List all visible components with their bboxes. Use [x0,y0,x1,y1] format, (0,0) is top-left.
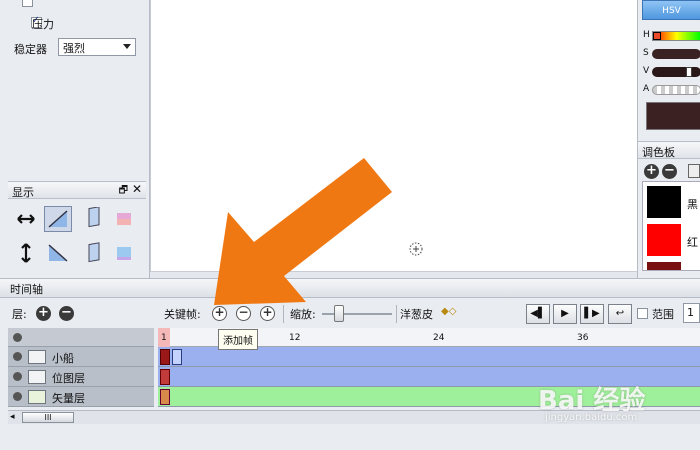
watermark-url: jingyan.baidu.com [545,412,638,423]
